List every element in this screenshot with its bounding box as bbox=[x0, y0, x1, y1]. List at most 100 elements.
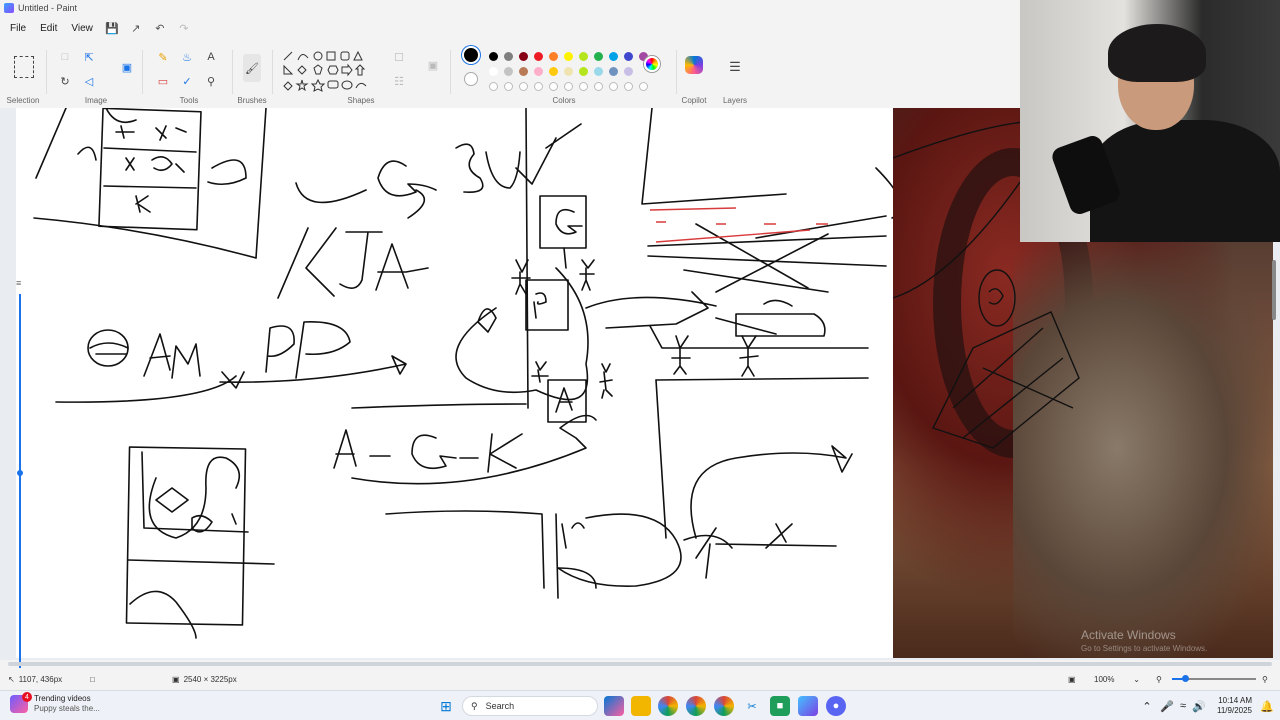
menu-view[interactable]: View bbox=[65, 20, 99, 37]
menu-file[interactable]: File bbox=[4, 20, 32, 37]
clock[interactable]: 10:14 AM 11/9/2025 bbox=[1217, 696, 1252, 716]
zoom-out-icon[interactable]: ⚲ bbox=[1156, 675, 1162, 684]
custom-color-slot[interactable] bbox=[534, 82, 543, 91]
microphone-icon[interactable]: 🎤 bbox=[1160, 696, 1174, 716]
custom-color-slot[interactable] bbox=[624, 82, 633, 91]
layers-icon[interactable]: ☰ bbox=[726, 58, 744, 76]
chrome-icon[interactable] bbox=[658, 696, 678, 716]
color-swatch[interactable] bbox=[579, 67, 588, 76]
zoom-in-icon[interactable]: ⚲ bbox=[1262, 675, 1268, 684]
share-icon[interactable]: ↗ bbox=[125, 18, 147, 38]
fit-to-window-icon[interactable]: ▣ bbox=[1068, 675, 1076, 684]
primary-color-swatch[interactable] bbox=[462, 46, 480, 64]
color-swatch[interactable] bbox=[594, 52, 603, 61]
shapes-label: Shapes bbox=[347, 96, 375, 105]
color-swatch[interactable] bbox=[549, 67, 558, 76]
vertical-scrollbar[interactable] bbox=[1272, 260, 1276, 320]
taskbar-search[interactable]: ⚲ Search bbox=[462, 696, 598, 716]
color-swatch[interactable] bbox=[504, 67, 513, 76]
snipping-tool-icon[interactable]: ✂ bbox=[742, 696, 762, 716]
cursor-position: ↖ 1107, 436px bbox=[8, 675, 62, 684]
color-swatch[interactable] bbox=[519, 67, 528, 76]
image-select-icon[interactable]: ▣ bbox=[118, 58, 136, 76]
activate-windows-subtext: Go to Settings to activate Windows. bbox=[1081, 644, 1208, 653]
save-icon[interactable]: 💾 bbox=[101, 18, 123, 38]
color-swatch[interactable] bbox=[564, 67, 573, 76]
custom-color-slot[interactable] bbox=[609, 82, 618, 91]
slider-thumb[interactable] bbox=[17, 470, 23, 476]
undo-icon[interactable]: ↶ bbox=[149, 18, 171, 38]
crop-icon[interactable]: □ bbox=[56, 48, 74, 66]
zoom-slider-thumb[interactable] bbox=[1182, 675, 1189, 682]
tools-label: Tools bbox=[179, 96, 199, 105]
custom-color-slot[interactable] bbox=[519, 82, 528, 91]
shapes-group: ☐ ▣ ☷ Shapes bbox=[276, 44, 446, 108]
redo-icon[interactable]: ↷ bbox=[173, 18, 195, 38]
zoom-slider[interactable] bbox=[1172, 674, 1256, 684]
color-swatch[interactable] bbox=[624, 52, 633, 61]
color-swatch[interactable] bbox=[624, 67, 633, 76]
eraser-icon[interactable]: ▭ bbox=[154, 72, 172, 90]
brush-icon[interactable]: 🖌 bbox=[243, 54, 261, 82]
cursor-icon: ↖ bbox=[8, 674, 15, 684]
custom-color-slot[interactable] bbox=[489, 82, 498, 91]
zoom-level: 100% bbox=[1094, 674, 1115, 684]
copilot-taskbar-icon[interactable] bbox=[604, 696, 624, 716]
color-swatch[interactable] bbox=[609, 52, 618, 61]
paint-taskbar-icon[interactable] bbox=[798, 696, 818, 716]
custom-color-slot[interactable] bbox=[639, 82, 648, 91]
slider-track[interactable] bbox=[19, 294, 21, 714]
custom-color-slot[interactable] bbox=[564, 82, 573, 91]
chevron-down-icon: ⌄ bbox=[1133, 674, 1140, 684]
color-swatch[interactable] bbox=[534, 52, 543, 61]
custom-color-slot[interactable] bbox=[594, 82, 603, 91]
color-swatch[interactable] bbox=[549, 52, 558, 61]
chrome-alt-icon[interactable] bbox=[714, 696, 734, 716]
chrome-profile-icon[interactable] bbox=[686, 696, 706, 716]
color-swatch[interactable] bbox=[534, 67, 543, 76]
notification-bell-icon[interactable]: 🔔 bbox=[1260, 696, 1274, 716]
file-explorer-icon[interactable] bbox=[631, 696, 651, 716]
color-swatch[interactable] bbox=[519, 52, 528, 61]
drawing-canvas[interactable] bbox=[16, 108, 893, 658]
rotate-icon[interactable]: ↻ bbox=[56, 72, 74, 90]
copilot-icon[interactable] bbox=[685, 56, 703, 74]
custom-color-slot[interactable] bbox=[549, 82, 558, 91]
color-swatch[interactable] bbox=[489, 67, 498, 76]
text-icon[interactable]: A bbox=[202, 48, 220, 66]
secondary-color-swatch[interactable] bbox=[464, 72, 478, 86]
horizontal-scrollbar[interactable] bbox=[8, 662, 1272, 666]
selection-group: Selection bbox=[0, 44, 46, 108]
select-rectangle-icon[interactable] bbox=[14, 56, 34, 78]
fill-shape-icon[interactable]: ▣ bbox=[424, 56, 442, 74]
outline-icon[interactable]: ☐ bbox=[390, 48, 408, 66]
custom-color-slot[interactable] bbox=[579, 82, 588, 91]
zoom-dropdown[interactable]: 100% ⌄ bbox=[1094, 675, 1140, 684]
custom-color-slot[interactable] bbox=[504, 82, 513, 91]
volume-icon[interactable]: 🔊 bbox=[1192, 696, 1206, 716]
color-swatch[interactable] bbox=[594, 67, 603, 76]
chevron-up-icon[interactable]: ⌃ bbox=[1140, 696, 1154, 716]
status-bar: ↖ 1107, 436px □ ▣ 2540 × 3225px ▣ 100% ⌄… bbox=[0, 668, 1280, 690]
pencil-icon[interactable]: ✎ bbox=[154, 48, 172, 66]
color-swatch[interactable] bbox=[609, 67, 618, 76]
magnifier-icon[interactable]: ⚲ bbox=[202, 72, 220, 90]
discord-icon[interactable]: ● bbox=[826, 696, 846, 716]
shape-fill-icon[interactable]: ☷ bbox=[390, 72, 408, 90]
resize-icon[interactable]: ⇱ bbox=[80, 48, 98, 66]
edit-colors-icon[interactable] bbox=[644, 56, 660, 72]
flip-icon[interactable]: ◁ bbox=[80, 72, 98, 90]
color-swatch[interactable] bbox=[504, 52, 513, 61]
color-swatch[interactable] bbox=[579, 52, 588, 61]
news-widget[interactable]: 4 Trending videos Puppy steals the... bbox=[10, 692, 100, 714]
wifi-icon[interactable]: ≈ bbox=[1176, 696, 1190, 716]
start-icon[interactable]: ⊞ bbox=[436, 696, 456, 716]
color-swatch[interactable] bbox=[489, 52, 498, 61]
menu-edit[interactable]: Edit bbox=[34, 20, 63, 37]
shapes-gallery-icon[interactable] bbox=[280, 46, 388, 94]
terminal-icon[interactable]: ■ bbox=[770, 696, 790, 716]
color-picker-icon[interactable]: ✓ bbox=[178, 72, 196, 90]
fill-icon[interactable]: ♨ bbox=[178, 48, 196, 66]
color-swatch[interactable] bbox=[564, 52, 573, 61]
opacity-slider[interactable]: ≡ bbox=[14, 278, 26, 718]
